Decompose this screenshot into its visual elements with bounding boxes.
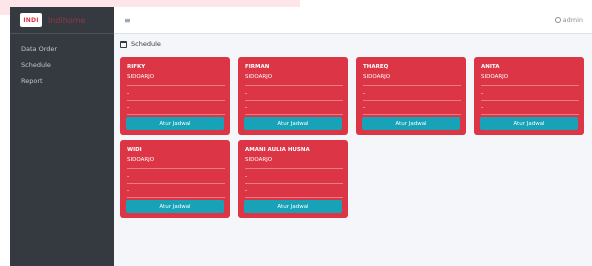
card-city: SIDOARJO — [245, 154, 343, 169]
hamburger-menu-icon[interactable]: ≡ — [124, 16, 131, 25]
user-menu[interactable]: admin — [554, 16, 583, 24]
card-line: - — [127, 184, 225, 198]
atur-jadwal-button[interactable]: Atur Jadwal — [244, 117, 342, 130]
main-content: Schedule RIFKY SIDOARJO - - Atur Jadwal … — [114, 34, 592, 266]
card-line: - — [481, 86, 579, 101]
user-label: admin — [562, 16, 583, 24]
brand-logo-text: INDI — [23, 16, 39, 24]
card-city: SIDOARJO — [481, 71, 579, 86]
schedule-card: AMANI AULIA HUSNA SIDOARJO - - Atur Jadw… — [238, 140, 348, 218]
sidebar-item-schedule[interactable]: Schedule — [10, 57, 114, 73]
card-line: - — [245, 169, 343, 184]
card-name: AMANI AULIA HUSNA — [245, 147, 310, 153]
card-name: FIRMAN — [245, 64, 270, 70]
page-header: Schedule — [114, 34, 592, 54]
card-name: THAREQ — [363, 64, 389, 70]
card-line: - — [363, 86, 461, 101]
card-name: ANITA — [481, 64, 500, 70]
schedule-card: WIDI SIDOARJO - - Atur Jadwal — [120, 140, 230, 218]
card-line: - — [481, 101, 579, 115]
sidebar: INDI Indihome Data Order Schedule Report — [10, 7, 114, 266]
card-line: - — [127, 86, 225, 101]
atur-jadwal-button[interactable]: Atur Jadwal — [480, 117, 578, 130]
card-city: SIDOARJO — [127, 71, 225, 86]
card-city: SIDOARJO — [363, 71, 461, 86]
topbar: ≡ admin — [114, 7, 592, 34]
schedule-card: FIRMAN SIDOARJO - - Atur Jadwal — [238, 57, 348, 135]
schedule-card: ANITA SIDOARJO - - Atur Jadwal — [474, 57, 584, 135]
card-line: - — [245, 101, 343, 115]
sidebar-item-report[interactable]: Report — [10, 73, 114, 89]
schedule-card: RIFKY SIDOARJO - - Atur Jadwal — [120, 57, 230, 135]
card-city: SIDOARJO — [127, 154, 225, 169]
card-name: WIDI — [127, 147, 142, 153]
card-city: SIDOARJO — [245, 71, 343, 86]
calendar-icon — [120, 40, 127, 48]
schedule-card: THAREQ SIDOARJO - - Atur Jadwal — [356, 57, 466, 135]
sidebar-item-data-order[interactable]: Data Order — [10, 41, 114, 57]
card-line: - — [363, 101, 461, 115]
brand-logo: INDI — [20, 13, 42, 27]
atur-jadwal-button[interactable]: Atur Jadwal — [362, 117, 460, 130]
card-name: RIFKY — [127, 64, 146, 70]
card-line: - — [127, 101, 225, 115]
atur-jadwal-button[interactable]: Atur Jadwal — [244, 200, 342, 213]
atur-jadwal-button[interactable]: Atur Jadwal — [126, 117, 224, 130]
card-line: - — [245, 86, 343, 101]
card-line: - — [245, 184, 343, 198]
card-line: - — [127, 169, 225, 184]
user-icon — [554, 17, 561, 23]
page-title: Schedule — [131, 40, 161, 48]
brand-name: Indihome — [48, 15, 86, 25]
sidebar-nav: Data Order Schedule Report — [10, 34, 114, 89]
atur-jadwal-button[interactable]: Atur Jadwal — [126, 200, 224, 213]
brand[interactable]: INDI Indihome — [10, 7, 114, 34]
